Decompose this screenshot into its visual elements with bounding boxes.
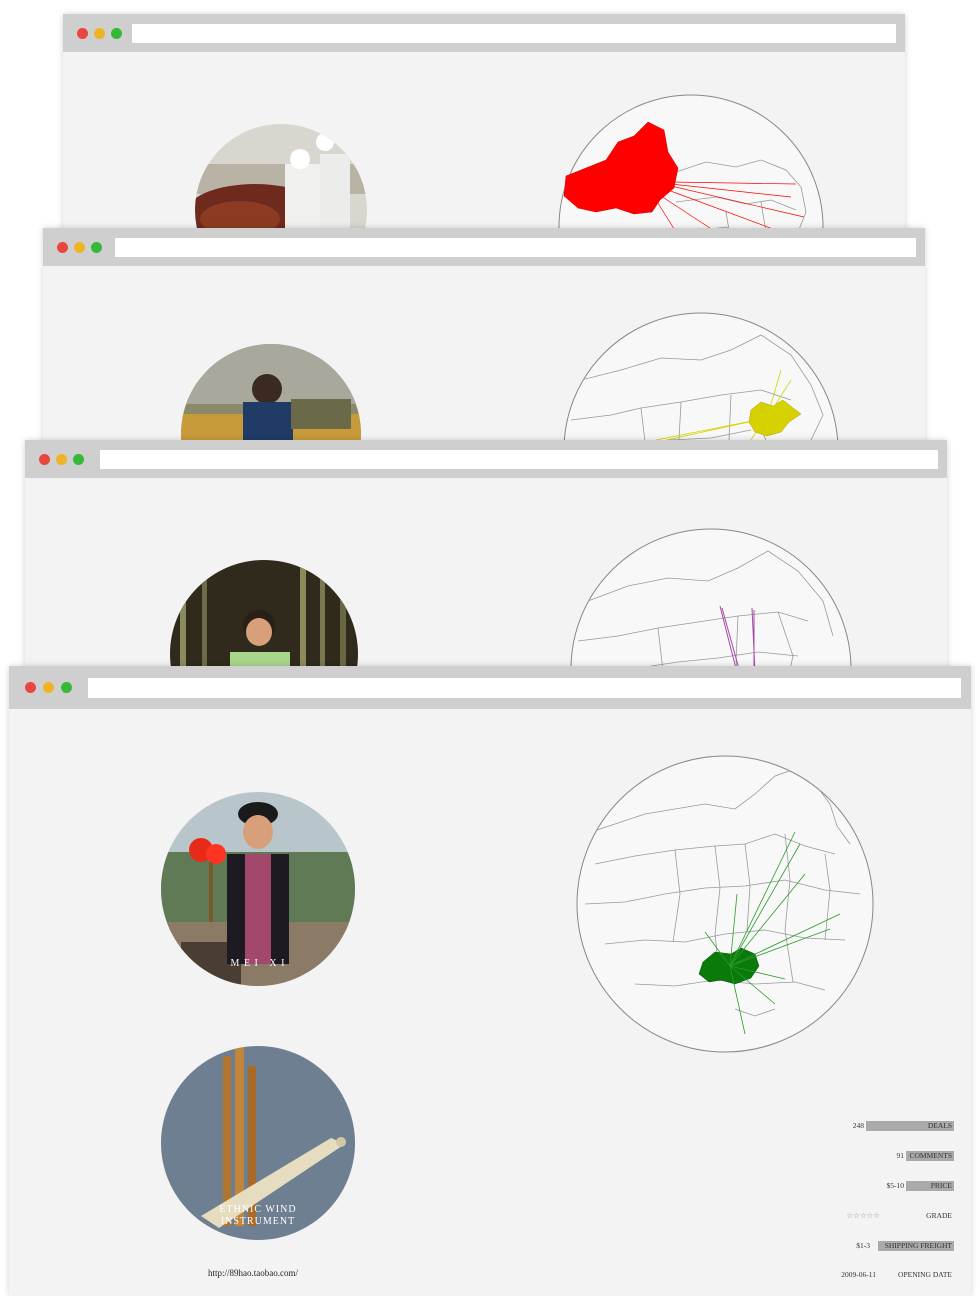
china-map-shandong	[563, 312, 839, 452]
stat-label: SHIPPING FREIGHT	[884, 1241, 952, 1250]
address-bar[interactable]	[100, 450, 938, 469]
window-titlebar	[25, 440, 947, 478]
china-map-central	[570, 528, 852, 676]
close-button[interactable]	[25, 682, 36, 693]
photo-image	[195, 124, 367, 244]
photo-image	[170, 560, 358, 676]
photo-image	[161, 792, 355, 986]
address-bar[interactable]	[88, 678, 961, 698]
stat-grade: ☆☆☆☆☆ GRADE	[838, 1210, 958, 1222]
stat-price: $5-10 PRICE	[838, 1180, 958, 1192]
browser-window-2	[43, 228, 925, 452]
window-titlebar	[43, 228, 925, 266]
stat-value: 91	[896, 1151, 905, 1160]
photo-caption: M E I X I	[230, 958, 286, 969]
stat-label: OPENING DATE	[898, 1270, 952, 1279]
stat-value: $5-10	[886, 1181, 905, 1190]
stat-comments: 91 COMMENTS	[838, 1150, 958, 1162]
stat-value: $1-3	[856, 1241, 870, 1250]
address-bar[interactable]	[115, 238, 916, 257]
close-button[interactable]	[57, 242, 68, 253]
seller-photo-workers	[195, 124, 367, 244]
grade-stars: ☆☆☆☆☆	[846, 1211, 880, 1220]
stat-opening-date: 2009-06-11 OPENING DATE	[838, 1269, 958, 1281]
close-button[interactable]	[39, 454, 50, 465]
minimize-button[interactable]	[56, 454, 67, 465]
photo-caption-line1: ETHNIC WIND	[219, 1204, 297, 1215]
browser-window-1	[63, 14, 905, 244]
maximize-button[interactable]	[61, 682, 72, 693]
stat-label: GRADE	[926, 1211, 952, 1220]
minimize-button[interactable]	[94, 28, 105, 39]
stat-value: 2009-06-11	[841, 1270, 876, 1279]
stat-deals: 248 DEALS	[838, 1120, 958, 1132]
seller-photo-farmer	[181, 344, 361, 452]
maximize-button[interactable]	[91, 242, 102, 253]
seller-photo-bamboo	[170, 560, 358, 676]
maximize-button[interactable]	[111, 28, 122, 39]
stat-label: PRICE	[930, 1181, 952, 1190]
minimize-button[interactable]	[43, 682, 54, 693]
browser-window-3	[25, 440, 947, 676]
minimize-button[interactable]	[74, 242, 85, 253]
stat-value: 248	[852, 1121, 864, 1130]
maximize-button[interactable]	[73, 454, 84, 465]
close-button[interactable]	[77, 28, 88, 39]
product-photo-instrument: ETHNIC WIND INSTRUMENT	[161, 1046, 355, 1240]
stat-label: COMMENTS	[909, 1151, 952, 1160]
window-titlebar	[63, 14, 905, 52]
window-titlebar	[9, 666, 971, 709]
china-map-guizhou	[576, 755, 874, 1053]
address-bar[interactable]	[132, 24, 896, 43]
browser-window-4: M E I X I ETHNIC WIND INSTRUMENT http://…	[9, 666, 971, 1296]
stat-label: DEALS	[927, 1121, 952, 1130]
stat-shipping-freight: $1-3 SHIPPING FREIGHT	[838, 1240, 958, 1252]
china-map-xinjiang	[558, 94, 824, 244]
seller-photo-portrait: M E I X I	[161, 792, 355, 986]
shop-url-link[interactable]: http://89hao.taobao.com/	[208, 1268, 298, 1278]
photo-image	[181, 344, 361, 452]
photo-caption-line2: INSTRUMENT	[220, 1216, 296, 1227]
